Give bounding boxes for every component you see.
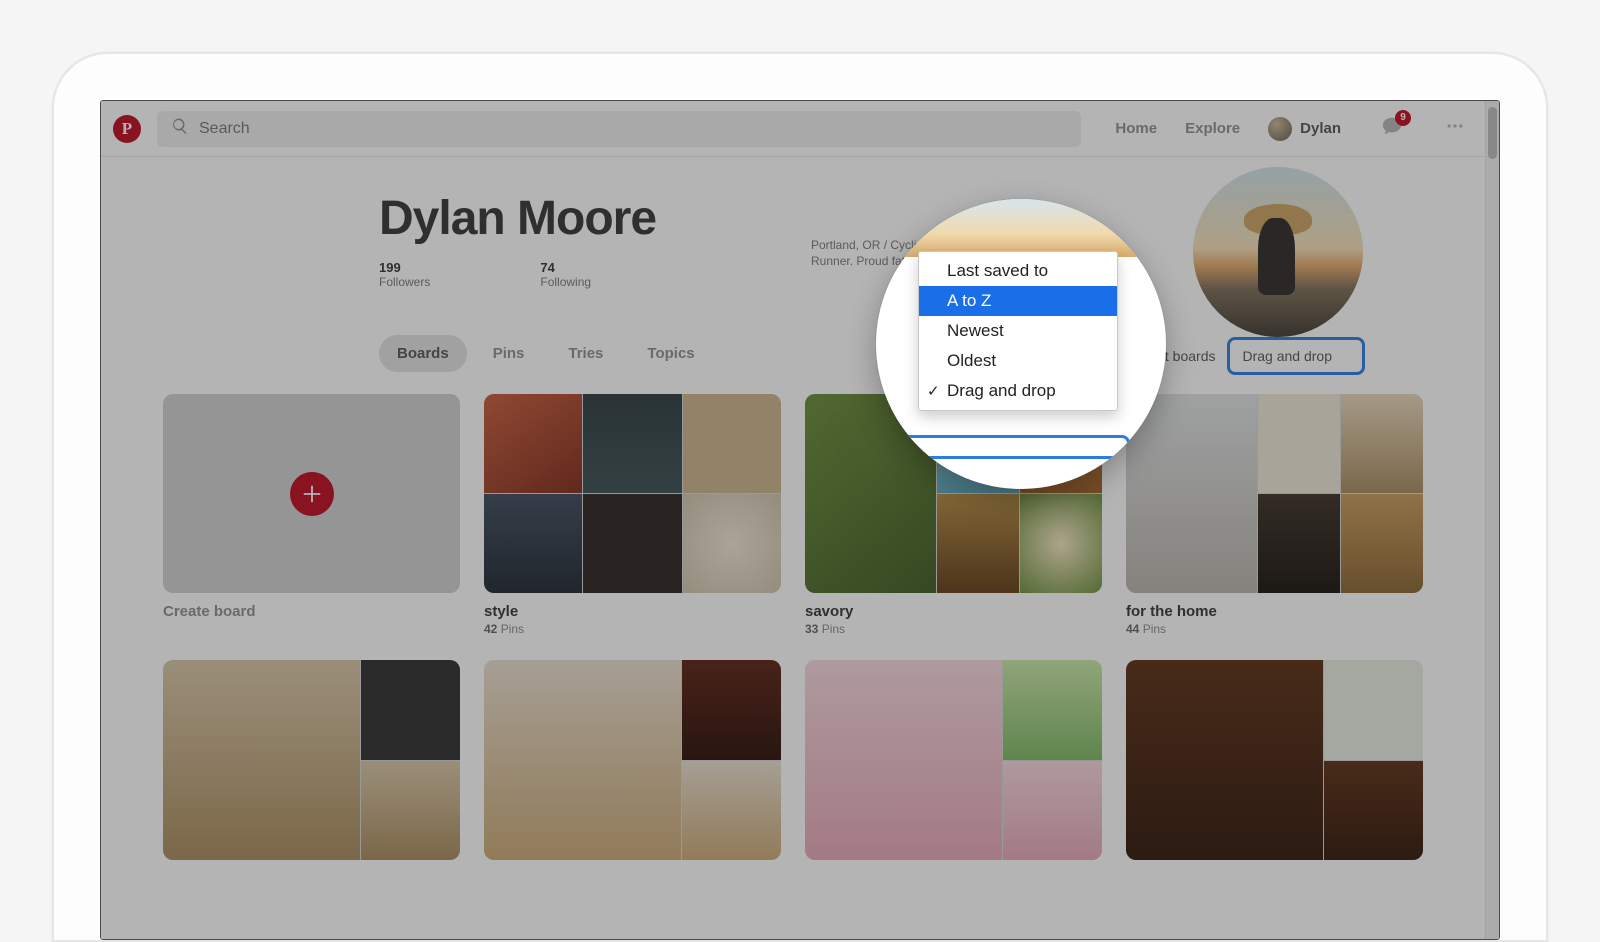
- check-icon: ✓: [927, 382, 940, 400]
- nav-links: Home Explore: [1115, 120, 1240, 137]
- board-card[interactable]: [805, 660, 1102, 859]
- board-card[interactable]: [484, 660, 781, 859]
- sort-select-zoomed[interactable]: [896, 435, 1130, 459]
- board-title: savory: [805, 603, 1102, 620]
- screen: P Home Explore Dylan: [100, 100, 1500, 940]
- pinterest-app: P Home Explore Dylan: [101, 101, 1485, 939]
- profile-tabs: Boards Pins Tries Topics: [379, 335, 713, 372]
- board-pin-count: 44 Pins: [1126, 622, 1423, 636]
- main-content: Dylan Moore 199 Followers 74 Following P…: [101, 157, 1485, 860]
- board-pin-count: 42 Pins: [484, 622, 781, 636]
- scrollbar-thumb[interactable]: [1488, 107, 1497, 159]
- search-input[interactable]: [199, 120, 1067, 138]
- profile-avatar[interactable]: [1193, 167, 1363, 337]
- board-title: style: [484, 603, 781, 620]
- board-card[interactable]: [1126, 660, 1423, 859]
- sort-option-last-saved[interactable]: Last saved to: [919, 256, 1117, 286]
- nav-user-name: Dylan: [1300, 120, 1341, 137]
- followers-count: 199: [379, 260, 430, 275]
- search-icon: [171, 117, 189, 140]
- magnifier-callout: Last saved to A to Z Newest Oldest ✓ Dra…: [876, 199, 1166, 489]
- plus-icon: [290, 472, 334, 516]
- tab-pins[interactable]: Pins: [475, 335, 543, 372]
- board-card-style[interactable]: style 42 Pins: [484, 394, 781, 636]
- create-board-card[interactable]: Create board: [163, 394, 460, 636]
- sort-boards: Sort boards Drag and drop: [1143, 337, 1365, 375]
- ellipsis-icon: [1445, 116, 1465, 141]
- search-bar[interactable]: [157, 111, 1081, 147]
- followers-label: Followers: [379, 275, 430, 289]
- board-card-for-the-home[interactable]: for the home 44 Pins: [1126, 394, 1423, 636]
- more-menu-button[interactable]: [1441, 115, 1469, 143]
- sort-option-newest[interactable]: Newest: [919, 316, 1117, 346]
- sort-option-drag-drop[interactable]: ✓ Drag and drop: [919, 376, 1117, 406]
- device-frame: P Home Explore Dylan: [52, 52, 1548, 942]
- following-stat[interactable]: 74 Following: [540, 260, 591, 289]
- following-count: 74: [540, 260, 591, 275]
- board-pin-count: 33 Pins: [805, 622, 1102, 636]
- sort-option-a-to-z[interactable]: A to Z: [919, 286, 1117, 316]
- followers-stat[interactable]: 199 Followers: [379, 260, 430, 289]
- top-nav: P Home Explore Dylan: [101, 101, 1485, 157]
- pinterest-logo[interactable]: P: [113, 115, 141, 143]
- tab-boards[interactable]: Boards: [379, 335, 467, 372]
- sort-option-oldest[interactable]: Oldest: [919, 346, 1117, 376]
- tab-topics[interactable]: Topics: [629, 335, 712, 372]
- nav-explore[interactable]: Explore: [1185, 120, 1240, 137]
- profile-tabs-row: Boards Pins Tries Topics Sort boards Dra…: [163, 335, 1423, 372]
- scrollbar[interactable]: [1485, 101, 1499, 939]
- sort-select[interactable]: Drag and drop: [1227, 337, 1365, 375]
- tab-tries[interactable]: Tries: [550, 335, 621, 372]
- boards-grid: Create board style 42 Pins: [163, 394, 1423, 860]
- nav-home[interactable]: Home: [1115, 120, 1157, 137]
- sort-dropdown[interactable]: Last saved to A to Z Newest Oldest ✓ Dra…: [918, 251, 1118, 411]
- avatar: [1268, 117, 1292, 141]
- messages-badge: 9: [1395, 110, 1411, 126]
- board-card[interactable]: [163, 660, 460, 859]
- create-board-label: Create board: [163, 603, 460, 620]
- messages-button[interactable]: 9: [1377, 114, 1407, 144]
- following-label: Following: [540, 275, 591, 289]
- nav-user[interactable]: Dylan: [1268, 117, 1341, 141]
- profile-header: Dylan Moore 199 Followers 74 Following P…: [163, 157, 1423, 335]
- board-title: for the home: [1126, 603, 1423, 620]
